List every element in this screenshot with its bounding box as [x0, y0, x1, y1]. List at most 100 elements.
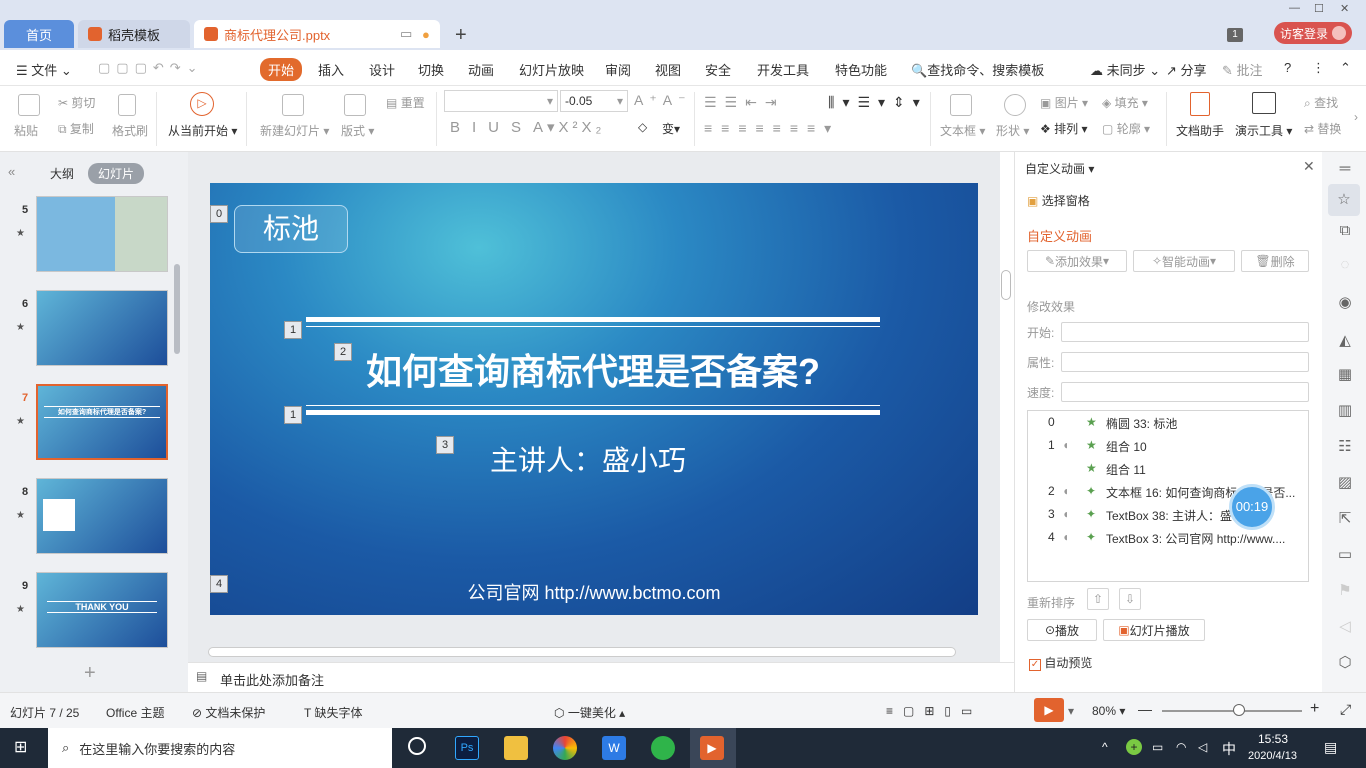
animation-item[interactable]: 4 ◖ ✦ TextBox 3: 公司官网 http://www....	[1028, 530, 1308, 550]
zoom-slider[interactable]	[1162, 704, 1302, 716]
tab-templates[interactable]: 稻壳模板	[78, 20, 190, 48]
copy-button[interactable]: ⧉ 复制	[58, 120, 94, 137]
photoshop-icon[interactable]: Ps	[455, 736, 479, 760]
tab-document[interactable]: 商标代理公司.pptx ▭ ●	[194, 20, 440, 48]
tray-app-icon[interactable]: +	[1126, 739, 1142, 755]
new-slide-button[interactable]: 新建幻灯片 ▾	[260, 122, 329, 139]
animation-order-tag[interactable]: 2	[334, 343, 352, 361]
zoom-slider-thumb[interactable]	[1233, 704, 1245, 716]
arrange-button[interactable]: ❖ 排列 ▾	[1040, 120, 1087, 137]
zoom-select[interactable]: 80% ▾	[1092, 704, 1125, 718]
shape-icon[interactable]	[1004, 94, 1026, 116]
notification-icon[interactable]: ▤	[1324, 739, 1337, 756]
battery-icon[interactable]: ▭	[1152, 740, 1163, 754]
slide-website[interactable]: 公司官网 http://www.bctmo.com	[210, 579, 978, 605]
outline-button[interactable]: ▢ 轮廓 ▾	[1102, 120, 1150, 137]
taskbar-search[interactable]: ⌕ 在这里输入你要搜索的内容	[48, 728, 392, 768]
clock-time[interactable]: 15:53	[1258, 732, 1288, 746]
cut-button[interactable]: ✂ 剪切	[58, 94, 95, 111]
share-button[interactable]: ↗ 分享	[1166, 60, 1207, 79]
move-up-button[interactable]: ⇧	[1087, 588, 1109, 610]
file-explorer-icon[interactable]	[504, 736, 528, 760]
textbox-button[interactable]: 文本框 ▾	[940, 122, 985, 139]
quick-access-icons[interactable]: ▢▢▢↶↷⌄	[98, 60, 204, 76]
new-tab-button[interactable]: +	[455, 24, 467, 47]
export-icon[interactable]: ⇱	[1336, 510, 1354, 528]
select-pane-button[interactable]: ▣ 选择窗格	[1027, 192, 1090, 209]
font-family-select[interactable]: ▾	[444, 90, 558, 112]
windows-start-icon[interactable]: ⊞	[14, 739, 32, 757]
find-button[interactable]: ⌕ 查找	[1304, 94, 1338, 111]
menu-features[interactable]: 特色功能	[835, 60, 887, 79]
shapes-icon[interactable]: ◉	[1336, 294, 1354, 312]
animation-item[interactable]: 0 ★ 椭圆 33: 标池	[1028, 415, 1308, 435]
wechat-icon[interactable]	[651, 736, 675, 760]
ime-indicator[interactable]: 中	[1222, 739, 1236, 759]
thumbnail-scrollbar[interactable]	[174, 264, 180, 354]
collapse-panel-icon[interactable]: «	[8, 164, 15, 179]
slide-speaker[interactable]: 主讲人：盛小巧	[490, 439, 686, 479]
wps-presentation-icon[interactable]: ▶	[700, 736, 724, 760]
present-tool-icon[interactable]	[1252, 92, 1276, 114]
menu-security[interactable]: 安全	[705, 60, 731, 79]
horizontal-scrollbar[interactable]	[208, 647, 956, 657]
protect-status[interactable]: ⊘ 文档未保护	[192, 704, 265, 721]
settings-sliders-icon[interactable]: ☷	[1336, 438, 1354, 456]
slide-thumbnail-6[interactable]	[36, 290, 168, 366]
archive-icon[interactable]: ▭	[1336, 546, 1354, 564]
vertical-scroll-thumb[interactable]	[1001, 270, 1011, 300]
wifi-icon[interactable]: ◠	[1176, 740, 1186, 754]
menu-review[interactable]: 审阅	[605, 60, 631, 79]
start-select[interactable]	[1061, 322, 1309, 342]
help-circle-icon[interactable]: ⬡	[1336, 654, 1354, 672]
doc-helper-icon[interactable]	[1190, 92, 1210, 116]
command-search[interactable]: 🔍查找命令、搜索模板	[911, 60, 1044, 79]
doc-helper-button[interactable]: 文档助手	[1176, 122, 1224, 139]
theme-name[interactable]: Office 主题	[106, 704, 164, 721]
move-down-button[interactable]: ⇩	[1119, 588, 1141, 610]
add-effect-button[interactable]: ✎ 添加效果 ▾	[1027, 250, 1127, 272]
slide-thumbnail-7[interactable]: 如何查询商标代理是否备案?	[36, 384, 168, 460]
clock-date[interactable]: 2020/4/13	[1248, 750, 1297, 762]
volume-icon[interactable]: ◁	[1198, 740, 1207, 754]
tab-slides[interactable]: 幻灯片	[88, 163, 145, 184]
animation-order-tag[interactable]: 3	[436, 436, 454, 454]
delete-button[interactable]: 🗑 删除	[1241, 250, 1309, 272]
textbox-icon[interactable]	[950, 94, 972, 116]
tab-home[interactable]: 首页	[4, 20, 74, 48]
clear-format-icon[interactable]: ◇	[638, 120, 647, 134]
present-tool-button[interactable]: 演示工具 ▾	[1235, 122, 1292, 139]
auto-preview-checkbox[interactable]: ✓ 自动预览	[1029, 654, 1092, 671]
wps-writer-icon[interactable]: W	[602, 736, 626, 760]
replace-button[interactable]: ⇄ 替换	[1304, 120, 1341, 137]
fill-button[interactable]: ◈ 填充 ▾	[1102, 94, 1148, 111]
zoom-in-icon[interactable]: +	[1310, 700, 1319, 718]
play-slideshow-button[interactable]: ▶	[1034, 698, 1064, 722]
smart-animation-button[interactable]: ✧ 智能动画 ▾	[1133, 250, 1235, 272]
file-menu[interactable]: ☰ 文件 ⌄	[16, 60, 72, 79]
menu-lines-icon[interactable]: ═	[1336, 160, 1354, 178]
beautify-button[interactable]: ⬡ 一键美化 ▴	[554, 704, 625, 721]
speed-select[interactable]	[1061, 382, 1309, 402]
help-icon[interactable]: ?	[1284, 60, 1291, 75]
reset-button[interactable]: ▤ 重置	[386, 94, 425, 111]
menu-animation[interactable]: 动画	[468, 60, 494, 79]
tray-chevron-icon[interactable]: ^	[1102, 740, 1108, 754]
notes-area[interactable]: ▤ 单击此处添加备注	[188, 662, 1014, 692]
align-icons[interactable]: ≡≡≡≡≡≡≡▾	[704, 120, 840, 137]
format-painter-icon[interactable]	[118, 94, 136, 116]
layout-icon[interactable]	[344, 94, 366, 116]
window-count-badge[interactable]: 1	[1227, 28, 1243, 42]
play-from-current-icon[interactable]: ▷	[190, 92, 214, 116]
animation-item[interactable]: 1 ◖ ★ 组合 10	[1028, 438, 1308, 458]
collapse-ribbon-icon[interactable]: ⌃	[1340, 60, 1351, 76]
fill-icon[interactable]: ◭	[1336, 332, 1354, 350]
list-indent-icons[interactable]: ☰☰⇤⇥	[704, 94, 785, 111]
paragraph-icons[interactable]: ⫼▾☰▾⇕▾	[828, 94, 928, 111]
animation-item[interactable]: ★ 组合 11	[1028, 461, 1308, 481]
animation-order-tag[interactable]: 1	[284, 406, 302, 424]
zoom-out-icon[interactable]: —	[1138, 701, 1152, 717]
layout-button[interactable]: 版式 ▾	[341, 122, 374, 139]
chrome-icon[interactable]	[553, 736, 577, 760]
menu-transition[interactable]: 切换	[418, 60, 444, 79]
